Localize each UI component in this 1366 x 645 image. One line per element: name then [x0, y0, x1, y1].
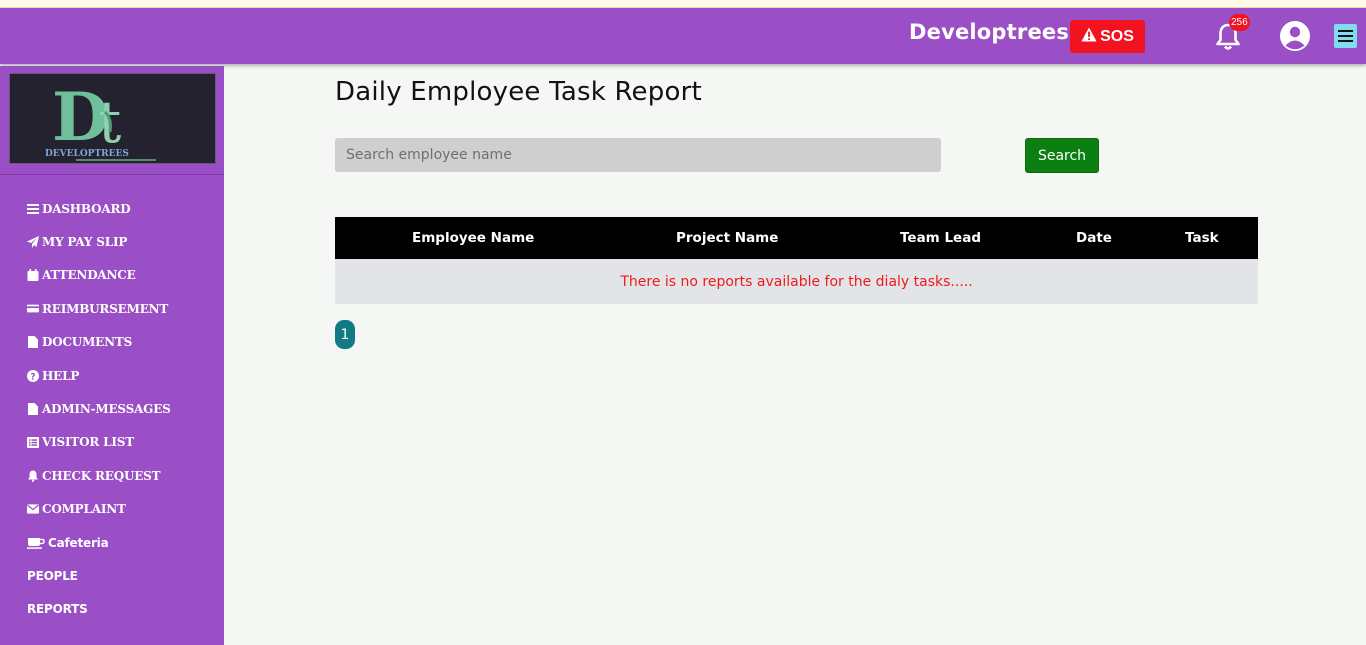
sidebar-item-label: HELP [42, 368, 80, 383]
sidebar-item-attendance[interactable]: ATTENDANCE [27, 259, 171, 292]
brand-name: Developtrees [909, 20, 1070, 44]
sidebar-item-reports[interactable]: REPORTS [27, 593, 171, 626]
sidebar-item-label: CHECK REQUEST [42, 468, 161, 483]
sidebar-item-check-request[interactable]: CHECK REQUEST [27, 459, 171, 492]
sidebar: D t DEVELOPTREES DASHBOARD MY PAY SLIP A… [0, 66, 224, 645]
column-header-team-lead: Team Lead [900, 230, 981, 246]
sidebar-item-documents[interactable]: DOCUMENTS [27, 326, 171, 359]
warning-icon [1081, 27, 1097, 47]
sidebar-item-label: VISITOR LIST [42, 435, 134, 450]
logo-divider [0, 174, 224, 175]
column-header-task: Task [1185, 230, 1219, 246]
document-icon [27, 403, 39, 416]
notification-badge: 256 [1229, 14, 1250, 31]
page-title: Daily Employee Task Report [335, 77, 702, 107]
sidebar-item-label: REPORTS [27, 602, 88, 617]
pagination-page-button[interactable]: 1 [335, 320, 355, 349]
column-header-project-name: Project Name [676, 230, 779, 246]
column-header-date: Date [1076, 230, 1112, 246]
credit-card-icon [27, 303, 39, 315]
column-header-employee-name: Employee Name [412, 230, 535, 246]
sidebar-item-label: PEOPLE [27, 568, 78, 583]
company-logo[interactable]: D t DEVELOPTREES [9, 73, 216, 164]
sidebar-item-label: REIMBURSEMENT [42, 301, 169, 316]
sos-label: SOS [1100, 27, 1134, 45]
sidebar-item-people[interactable]: PEOPLE [27, 559, 171, 592]
search-button[interactable]: Search [1025, 138, 1099, 173]
sidebar-item-label: MY PAY SLIP [42, 235, 128, 250]
sidebar-item-visitor-list[interactable]: VISITOR LIST [27, 426, 171, 459]
search-input[interactable] [335, 138, 941, 172]
sidebar-item-label: DASHBOARD [42, 201, 131, 216]
sidebar-item-help[interactable]: ? HELP [27, 359, 171, 392]
envelope-icon [27, 503, 39, 515]
sidebar-item-label: COMPLAINT [42, 502, 126, 517]
sidebar-item-admin-messages[interactable]: ADMIN-MESSAGES [27, 392, 171, 425]
list-icon [27, 436, 39, 448]
sidebar-item-label: ATTENDANCE [42, 268, 136, 283]
svg-text:?: ? [30, 372, 35, 382]
sidebar-item-label: DOCUMENTS [42, 335, 133, 350]
question-circle-icon: ? [27, 369, 39, 382]
hamburger-menu-button[interactable] [1334, 24, 1357, 48]
sidebar-item-label: Cafeteria [48, 535, 109, 550]
top-header: Developtrees SOS 256 [0, 8, 1366, 64]
sidebar-item-label: ADMIN-MESSAGES [42, 402, 171, 417]
sidebar-item-complaint[interactable]: COMPLAINT [27, 493, 171, 526]
svg-text:DEVELOPTREES: DEVELOPTREES [45, 149, 129, 159]
sidebar-nav: DASHBOARD MY PAY SLIP ATTENDANCE REIMBUR… [27, 192, 171, 626]
task-report-table: Employee Name Project Name Team Lead Dat… [335, 217, 1258, 304]
sidebar-item-reimbursement[interactable]: REIMBURSEMENT [27, 292, 171, 325]
coffee-cup-icon [27, 537, 45, 549]
browser-top-strip [0, 0, 1366, 8]
calendar-icon [27, 269, 39, 282]
paper-plane-icon [27, 236, 39, 249]
user-avatar-icon[interactable] [1279, 20, 1311, 52]
empty-table-message: There is no reports available for the di… [335, 259, 1258, 304]
bars-icon [27, 203, 39, 215]
sos-button[interactable]: SOS [1070, 20, 1145, 53]
table-header: Employee Name Project Name Team Lead Dat… [335, 217, 1258, 259]
bell-icon [27, 470, 39, 482]
sidebar-item-cafeteria[interactable]: Cafeteria [27, 526, 171, 559]
sidebar-item-my-pay-slip[interactable]: MY PAY SLIP [27, 225, 171, 258]
document-icon [27, 336, 39, 349]
sidebar-item-dashboard[interactable]: DASHBOARD [27, 192, 171, 225]
